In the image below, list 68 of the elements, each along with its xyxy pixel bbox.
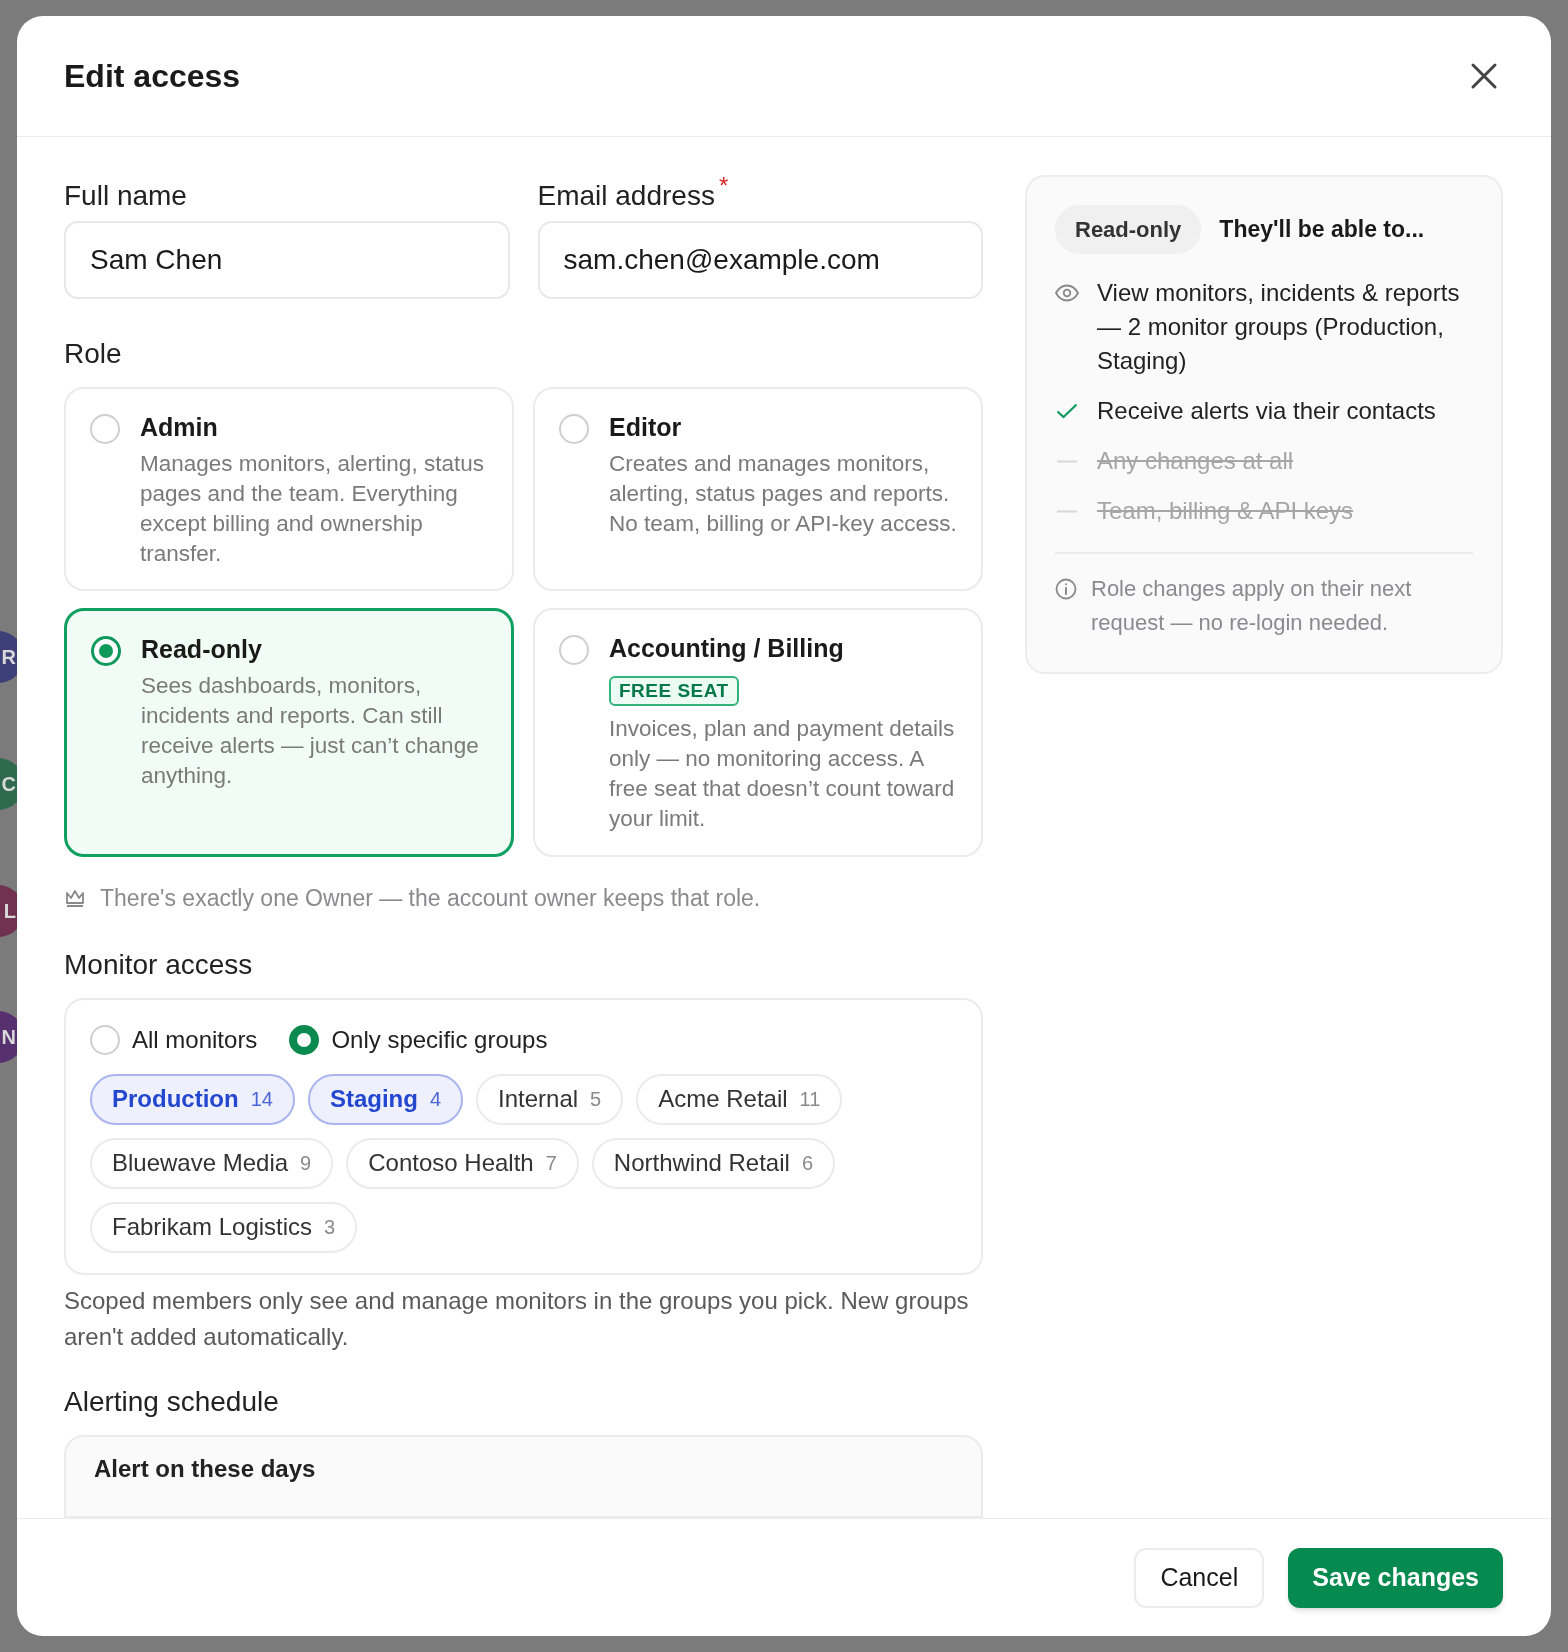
- role-card[interactable]: Admin Manages monitors, alerting, status pages and the team. Everything except billing and ownership transfer.: [64, 387, 514, 591]
- chip-label: Production: [112, 1084, 239, 1114]
- role-title: Read-only: [141, 634, 263, 665]
- chip-count: 6: [801, 1151, 813, 1176]
- crown-icon: [64, 887, 86, 910]
- group-chip[interactable]: Production 14: [90, 1073, 295, 1125]
- chip-count: 7: [545, 1151, 557, 1176]
- field-label: Full name: [64, 179, 187, 213]
- role-title: Admin: [140, 412, 219, 443]
- role-card[interactable]: Read-only Sees dashboards, monitors, incidents and reports. Can still receive alerts — just can’t change anything.: [64, 608, 514, 857]
- role-title: Accounting / Billing: [609, 633, 845, 664]
- summary-note: Role changes apply on their next request — no re-login needed.: [1091, 575, 1413, 637]
- chip-label: Staging: [329, 1084, 418, 1114]
- chip-count: 11: [799, 1087, 821, 1112]
- group-chip[interactable]: Contoso Health 7: [346, 1137, 579, 1189]
- eye-icon: [1055, 284, 1079, 302]
- chip-count: 14: [250, 1087, 273, 1112]
- chip-count: 5: [590, 1087, 602, 1112]
- radio-button[interactable]: [289, 1024, 320, 1055]
- summary-heading: They'll be able to...: [1219, 215, 1425, 245]
- chip-label: Acme Retail: [658, 1084, 788, 1114]
- role-badge: Read-only: [1055, 205, 1202, 254]
- info-icon: [1055, 578, 1077, 600]
- chip-label: Internal: [498, 1084, 579, 1114]
- text-field[interactable]: sam.chen@example.com: [537, 221, 983, 299]
- group-chip[interactable]: Bluewave Media 9: [90, 1137, 334, 1189]
- role-description: Creates and manages monitors, alerting, status pages and reports. No team, billing or API-key access.: [609, 450, 958, 538]
- permission-item: Team, billing & API keys: [1097, 496, 1354, 526]
- permission-item: View monitors, incidents & reports — 2 monitor groups (Production, Staging): [1097, 278, 1461, 376]
- permission-item: Any changes at all: [1097, 446, 1294, 476]
- group-chip[interactable]: Fabrikam Logistics 3: [90, 1201, 358, 1253]
- dash-icon: [1057, 459, 1077, 463]
- required-mark: *: [718, 175, 729, 197]
- chip-label: Contoso Health: [368, 1148, 534, 1178]
- chip-count: 4: [429, 1087, 442, 1112]
- schedule-subheading: Alert on these days: [94, 1453, 317, 1484]
- chip-label: Bluewave Media: [112, 1148, 289, 1178]
- chip-label: Fabrikam Logistics: [112, 1212, 313, 1242]
- dialog-title: Edit access: [64, 57, 241, 96]
- cancel-button[interactable]: Cancel: [1134, 1547, 1265, 1608]
- role-description: Invoices, plan and payment details only — no monitoring access. A free seat that doesn’t count toward your limit.: [609, 715, 956, 833]
- scope-option[interactable]: Only specific groups: [289, 1021, 548, 1058]
- text-field[interactable]: Sam Chen: [64, 221, 510, 299]
- group-chip[interactable]: Acme Retail 11: [636, 1073, 843, 1125]
- permission-item: Receive alerts via their contacts: [1097, 396, 1436, 426]
- section-heading: Role: [64, 337, 123, 371]
- chip-count: 3: [324, 1215, 336, 1240]
- role-description: Manages monitors, alerting, status pages and the team. Everything except billing and ownership transfer.: [140, 450, 485, 568]
- role-card[interactable]: Accounting / Billing FREE SEAT Invoices, plan and payment details only — no monitoring access. A free seat that doesn’t count toward your limit.: [533, 608, 983, 857]
- help-text: Scoped members only see and manage monitors in the groups you pick. New groups aren't added automatically.: [64, 1285, 970, 1352]
- owner-note: There's exactly one Owner — the account owner keeps that role.: [100, 884, 761, 913]
- section-heading: Monitor access: [64, 947, 254, 982]
- save-button[interactable]: Save changes: [1288, 1547, 1503, 1608]
- radio-button[interactable]: [91, 636, 121, 666]
- section-heading: Alerting schedule: [64, 1384, 280, 1419]
- chip-label: Northwind Retail: [613, 1148, 790, 1178]
- field-label: Email address: [537, 179, 715, 213]
- group-chip[interactable]: Staging 4: [307, 1073, 464, 1125]
- scope-option[interactable]: All monitors: [90, 1021, 258, 1058]
- dash-icon: [1057, 509, 1077, 513]
- chip-count: 9: [300, 1151, 312, 1176]
- role-title: Editor: [609, 412, 683, 443]
- role-description: Sees dashboards, monitors, incidents and reports. Can still receive alerts — just can’t change anything.: [141, 672, 480, 790]
- role-card[interactable]: Editor Creates and manages monitors, alerting, status pages and reports. No team, billing or API-key access.: [533, 387, 983, 591]
- group-chip[interactable]: Internal 5: [476, 1073, 624, 1125]
- free-seat-badge: FREE SEAT: [609, 676, 739, 706]
- group-chip[interactable]: Northwind Retail 6: [591, 1137, 835, 1189]
- check-icon: [1056, 403, 1078, 419]
